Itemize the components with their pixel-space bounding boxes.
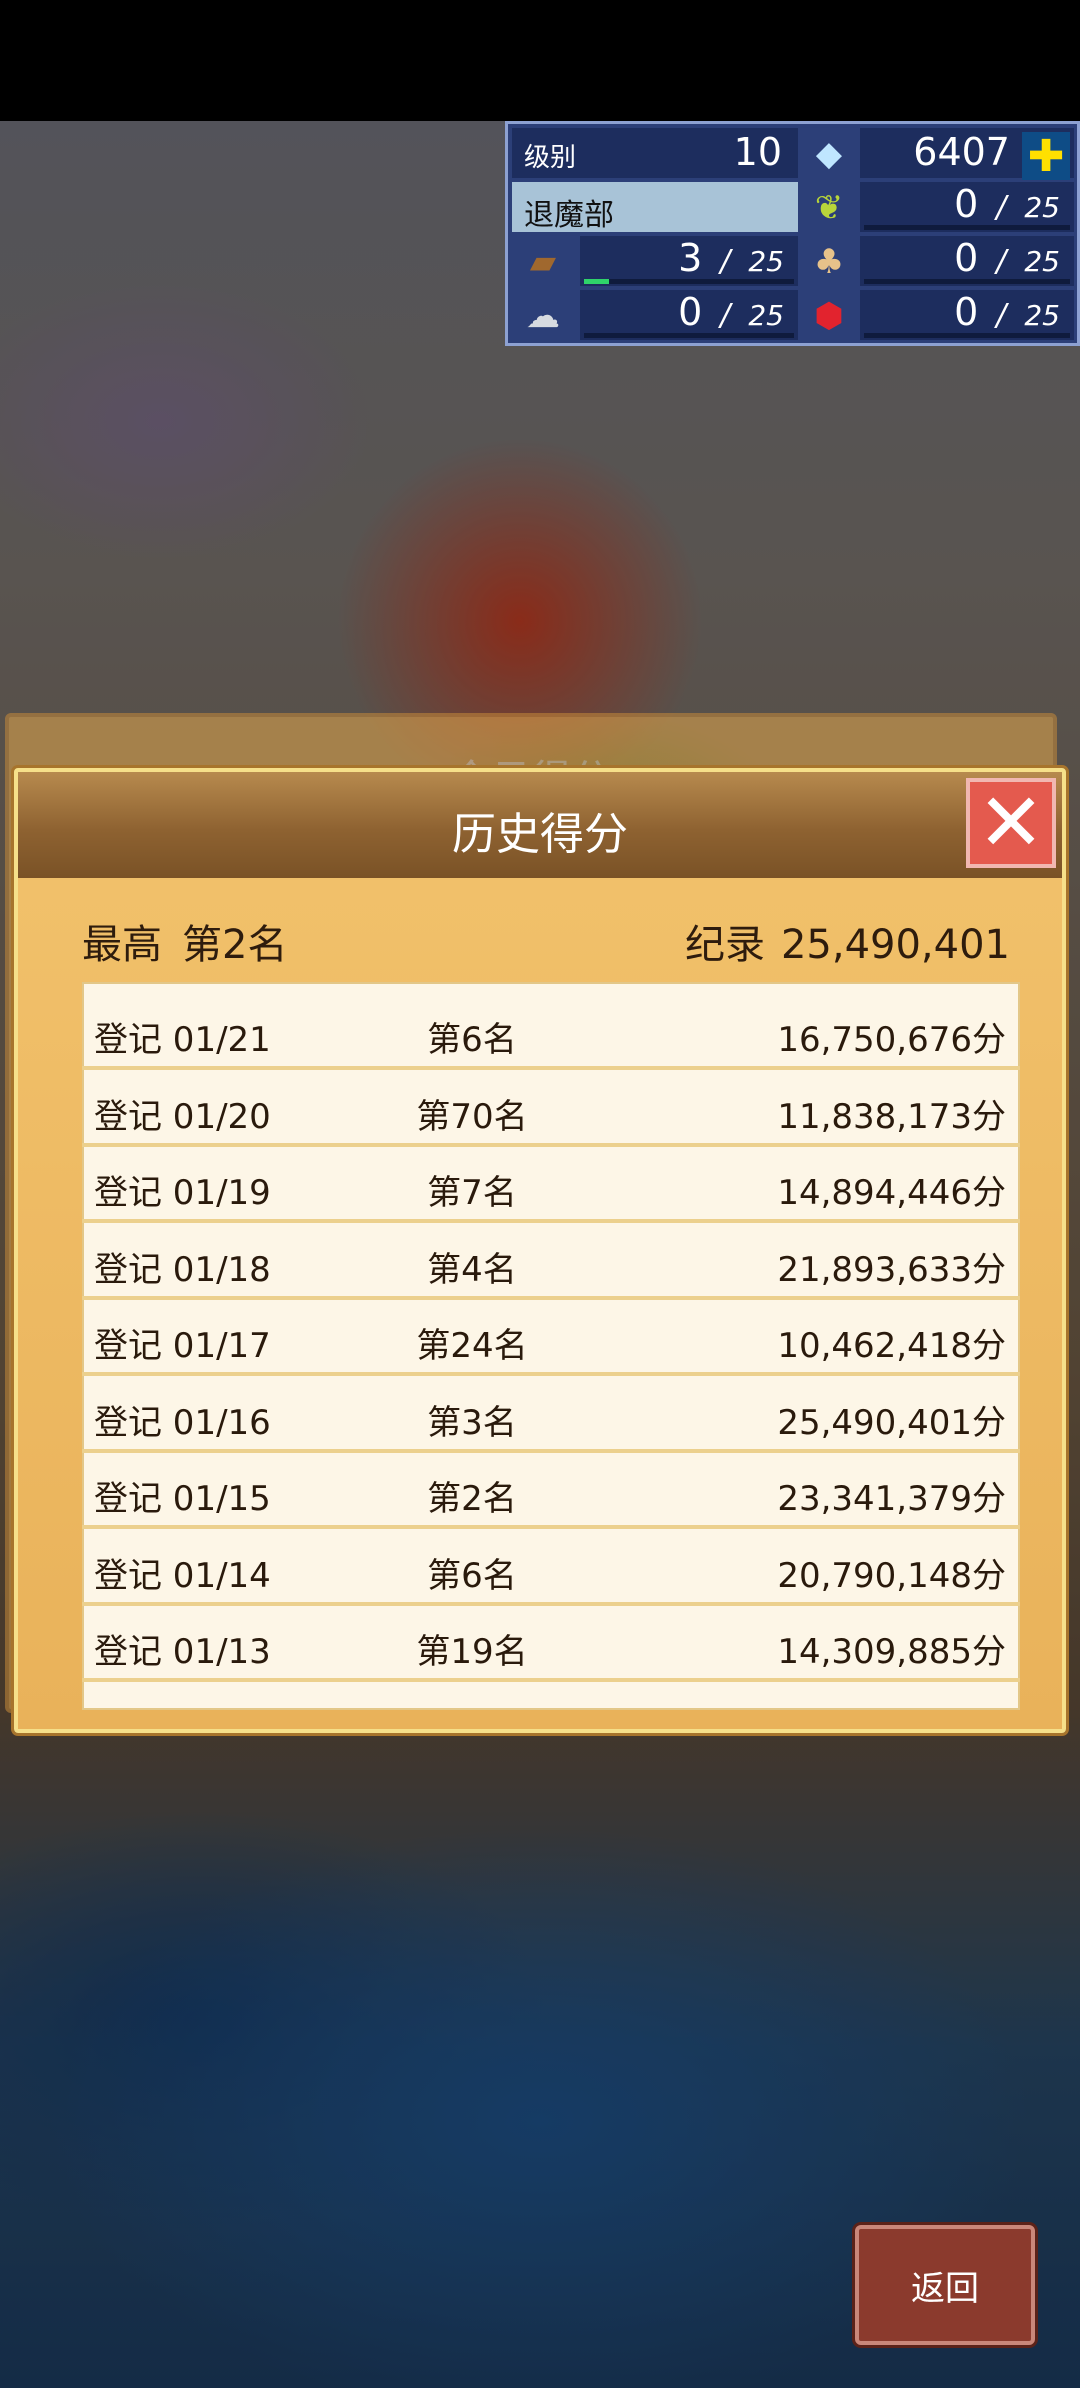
row-rank: 第2名	[427, 1479, 517, 1519]
score-row: 登记 01/20 第70名 11,838,173分	[82, 1073, 1020, 1147]
wood-current: 3	[678, 236, 703, 280]
stone-max: 25	[748, 299, 784, 332]
level-cell: 级别 10	[512, 128, 798, 178]
row-date: 登记 01/19	[94, 1173, 271, 1213]
ruby-resource: 0/25	[860, 290, 1074, 340]
wood-max: 25	[748, 245, 784, 278]
stone-current: 0	[678, 290, 703, 334]
row-score: 16,750,676分	[777, 1020, 1006, 1060]
grass-resource: 0/25	[860, 182, 1074, 232]
row-date: 登记 01/15	[94, 1479, 271, 1519]
row-date: 登记 01/17	[94, 1326, 271, 1366]
close-icon: ✕	[977, 776, 1045, 869]
ruby-max: 25	[1024, 299, 1060, 332]
row-rank: 第4名	[427, 1249, 517, 1290]
row-rank: 第70名	[416, 1096, 528, 1137]
grass-max: 25	[1024, 191, 1060, 224]
food-resource: 0/25	[860, 236, 1074, 286]
record-score: 纪录 25,490,401	[685, 912, 1010, 970]
level-value: 10	[733, 130, 782, 174]
score-row: 登记 01/19 第7名 14,894,446分	[82, 1149, 1020, 1223]
stone-resource: 0/25	[580, 290, 798, 340]
row-rank: 第6名	[427, 1020, 517, 1060]
score-row: 登记 01/21 第6名 16,750,676分	[82, 996, 1020, 1070]
diamond-icon: ◆	[815, 134, 843, 174]
row-rank: 第3名	[427, 1402, 517, 1443]
food-basket-icon: ♣	[813, 242, 845, 282]
wood-progress-fill	[584, 279, 610, 284]
row-score: 25,490,401分	[777, 1402, 1006, 1443]
club-name-cell: 退魔部	[512, 182, 798, 233]
row-rank: 第24名	[416, 1326, 528, 1366]
wood-log-icon: ▰	[529, 242, 557, 282]
row-date: 登记 01/21	[94, 1020, 271, 1060]
stone-icon: ☁	[526, 296, 560, 336]
score-row: 登记 01/13 第19名 14,309,885分	[82, 1608, 1020, 1682]
score-history-list[interactable]: 登记 01/21 第6名 16,750,676分登记 01/20 第70名 11,838…	[82, 982, 1020, 1710]
row-rank: 第19名	[416, 1632, 528, 1672]
food-current: 0	[954, 236, 979, 280]
history-score-panel: 历史得分 ✕ 最高 第2名 纪录 25,490,401 登记 01/21 第6名 16,…	[14, 768, 1066, 1733]
row-date: 登记 01/20	[94, 1096, 271, 1137]
ruby-current: 0	[954, 290, 979, 334]
resource-hud: 级别 10 ◆ 6407 ✚ 退魔部 ❦ 0/25 ▰ 3/25 ♣ 0/25 …	[505, 121, 1080, 346]
record-label: 纪录	[684, 922, 765, 968]
panel-title: 历史得分	[452, 809, 628, 860]
row-score: 10,462,418分	[777, 1326, 1006, 1366]
row-score: 11,838,173分	[777, 1096, 1006, 1137]
row-score: 23,341,379分	[777, 1479, 1006, 1519]
row-score: 21,893,633分	[777, 1249, 1006, 1290]
wood-resource: 3/25	[580, 236, 798, 286]
row-date: 登记 01/14	[94, 1555, 271, 1596]
best-rank: 最高 第2名	[82, 912, 307, 970]
close-button[interactable]: ✕	[966, 778, 1056, 868]
panel-header: 历史得分 ✕	[18, 772, 1062, 878]
level-label: 级别	[524, 143, 577, 173]
grass-current: 0	[954, 182, 979, 226]
ruby-icon: ⬢	[814, 296, 844, 336]
row-date: 登记 01/18	[94, 1249, 271, 1290]
row-score: 14,309,885分	[777, 1632, 1006, 1672]
club-name: 退魔部	[524, 198, 614, 233]
best-rank-value: 第2名	[182, 922, 288, 968]
row-rank: 第6名	[427, 1555, 517, 1596]
gem-count: 6407	[913, 130, 1010, 174]
back-button[interactable]: 返回	[855, 2225, 1035, 2345]
row-score: 14,894,446分	[777, 1173, 1006, 1213]
score-row: 登记 01/18 第4名 21,893,633分	[82, 1226, 1020, 1300]
row-score: 20,790,148分	[777, 1555, 1006, 1596]
score-row: 登记 01/17 第24名 10,462,418分	[82, 1302, 1020, 1376]
score-row: 登记 01/15 第2名 23,341,379分	[82, 1455, 1020, 1529]
record-value: 25,490,401	[780, 922, 1010, 968]
row-rank: 第7名	[427, 1173, 517, 1213]
food-max: 25	[1024, 245, 1060, 278]
row-date: 登记 01/13	[94, 1632, 271, 1672]
grass-icon: ❦	[814, 188, 844, 228]
score-row: 登记 01/16 第3名 25,490,401分	[82, 1379, 1020, 1453]
add-gems-button[interactable]: ✚	[1022, 131, 1070, 182]
row-date: 登记 01/16	[94, 1402, 271, 1443]
best-label: 最高	[82, 922, 162, 968]
score-row: 登记 01/14 第6名 20,790,148分	[82, 1532, 1020, 1606]
gem-cell: 6407 ✚	[860, 128, 1074, 182]
